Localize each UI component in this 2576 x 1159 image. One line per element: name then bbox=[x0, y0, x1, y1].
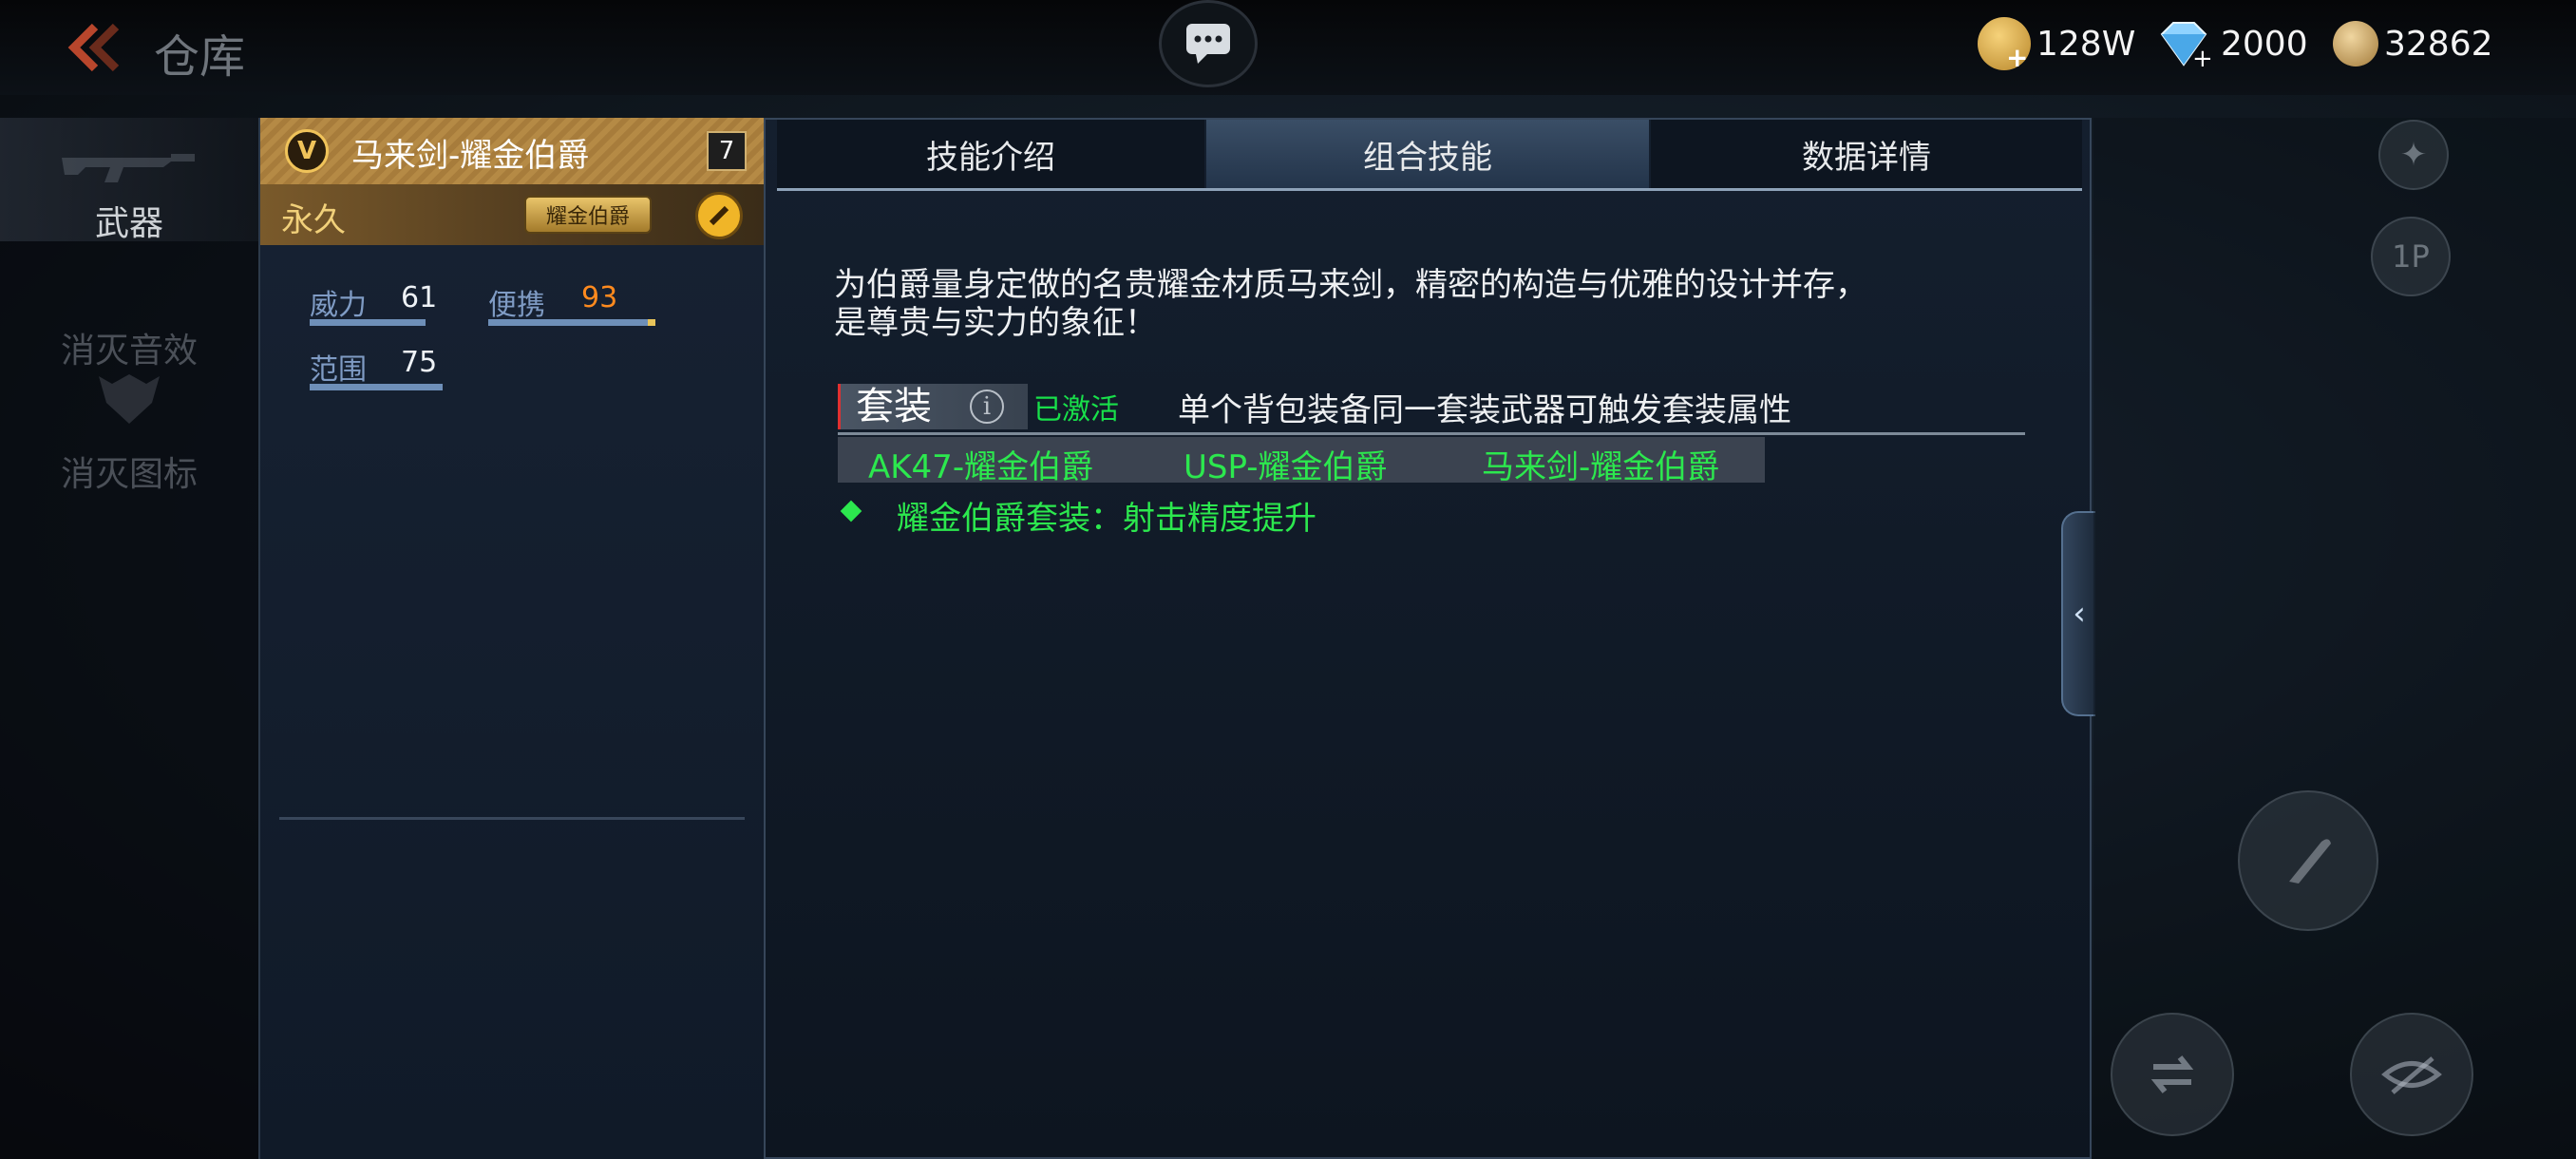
tab-bar: 技能介绍 组合技能 数据详情 bbox=[777, 120, 2082, 188]
detail-panel: 技能介绍 组合技能 数据详情 为伯爵量身定做的名贵耀金材质马来剑，精密的构造与优… bbox=[764, 118, 2092, 1159]
set-item: 马来剑-耀金伯爵 bbox=[1482, 448, 1720, 486]
diamond-icon: + bbox=[2160, 22, 2213, 70]
set-status: 已激活 bbox=[1033, 393, 1119, 427]
stat-range: 范围 75 bbox=[310, 346, 437, 388]
double-chevron-left-icon bbox=[67, 23, 120, 72]
duration-label: 永久 bbox=[281, 201, 346, 239]
page-title: 仓库 bbox=[154, 30, 246, 84]
card-header: V 马来剑-耀金伯爵 7 bbox=[260, 118, 764, 184]
stat-portability-bonus bbox=[648, 319, 655, 326]
sidebar-item-label: 消灭图标 bbox=[60, 455, 198, 494]
gold-currency[interactable]: + 128W bbox=[1978, 17, 2136, 73]
sidebar-item-weapon[interactable]: 武器 bbox=[0, 118, 258, 243]
divider bbox=[279, 817, 745, 820]
set-header: 套装 i bbox=[838, 384, 1028, 429]
sidebar: 武器 消灭音效 消灭图标 bbox=[0, 118, 258, 1159]
sidebar-item-kill-icon[interactable]: 消灭图标 bbox=[0, 365, 258, 494]
stat-range-bar bbox=[310, 384, 443, 390]
stat-portability-bar bbox=[488, 319, 648, 326]
chevron-left-icon: ‹ bbox=[2073, 595, 2086, 633]
weapon-card: V 马来剑-耀金伯爵 7 永久 耀金伯爵 威力 61 便携 93 范围 75 bbox=[258, 118, 764, 1159]
tab-combo-skill[interactable]: 组合技能 bbox=[1206, 120, 1649, 188]
view-1p-button[interactable]: 1P bbox=[2371, 217, 2451, 296]
gold-coin-icon: + bbox=[1978, 17, 2031, 73]
svg-text:+: + bbox=[2192, 45, 2213, 70]
stat-label: 范围 bbox=[310, 353, 367, 387]
set-effect: 耀金伯爵套装：射击精度提升 bbox=[897, 500, 1316, 538]
swap-button[interactable] bbox=[2111, 1013, 2234, 1136]
honor-amount: 32862 bbox=[2384, 24, 2493, 64]
stat-value: 93 bbox=[581, 281, 618, 314]
settings-cog-button[interactable]: ✦ bbox=[2378, 120, 2449, 190]
tab-underline bbox=[777, 188, 2082, 191]
bullet-button[interactable] bbox=[2238, 790, 2378, 931]
honor-coin-icon bbox=[2333, 21, 2378, 66]
eye-slash-icon bbox=[2381, 1056, 2442, 1094]
info-icon[interactable]: i bbox=[970, 390, 1004, 424]
set-label: 套装 bbox=[856, 385, 932, 428]
stat-value: 75 bbox=[401, 346, 438, 379]
weapon-name: 马来剑-耀金伯爵 bbox=[351, 137, 590, 175]
swap-arrows-icon bbox=[2150, 1055, 2194, 1093]
diamond-amount: 2000 bbox=[2221, 24, 2308, 64]
gold-amount: 128W bbox=[2036, 24, 2136, 64]
weapon-level: 7 bbox=[707, 131, 747, 171]
rank-medal-icon bbox=[695, 192, 743, 239]
divider bbox=[838, 432, 2025, 435]
diamond-currency[interactable]: + 2000 bbox=[2152, 17, 2308, 70]
back-button[interactable] bbox=[57, 21, 123, 74]
sidebar-item-label: 武器 bbox=[94, 204, 163, 243]
weapon-description: 为伯爵量身定做的名贵耀金材质马来剑，精密的构造与优雅的设计并存， 是尊贵与实力的… bbox=[834, 266, 1867, 342]
set-hint: 单个背包装备同一套装武器可触发套装属性 bbox=[1178, 391, 1791, 429]
tab-skill-intro[interactable]: 技能介绍 bbox=[777, 120, 1204, 188]
stat-power: 威力 61 bbox=[310, 281, 437, 323]
bullet-icon bbox=[2289, 839, 2331, 884]
stat-label: 威力 bbox=[310, 289, 367, 322]
cog-icon: ✦ bbox=[2399, 136, 2428, 174]
stat-label: 便携 bbox=[488, 289, 545, 322]
vip-v-icon: V bbox=[285, 129, 329, 173]
bullet-diamond-icon bbox=[840, 500, 862, 522]
chat-button[interactable] bbox=[1159, 0, 1258, 87]
set-item: AK47-耀金伯爵 bbox=[868, 448, 1094, 486]
collapse-panel-button[interactable]: ‹ bbox=[2061, 511, 2095, 716]
stat-portability: 便携 93 bbox=[488, 281, 617, 323]
rifle-icon bbox=[62, 154, 195, 182]
series-tag-badge: 耀金伯爵 bbox=[524, 196, 652, 234]
set-item: USP-耀金伯爵 bbox=[1184, 448, 1388, 486]
set-item-list: AK47-耀金伯爵 USP-耀金伯爵 马来剑-耀金伯爵 bbox=[838, 437, 1765, 486]
stat-value: 61 bbox=[401, 281, 438, 314]
honor-currency[interactable]: 32862 bbox=[2333, 17, 2493, 70]
sidebar-item-kill-sound[interactable]: 消灭音效 bbox=[0, 241, 258, 370]
weapon-preview-area bbox=[2093, 118, 2576, 1159]
chat-bubble-icon bbox=[1186, 24, 1230, 64]
tab-data-details[interactable]: 数据详情 bbox=[1651, 120, 2082, 188]
wings-emblem-icon bbox=[99, 374, 160, 424]
hide-button[interactable] bbox=[2350, 1013, 2473, 1136]
first-person-icon: 1P bbox=[2392, 238, 2430, 275]
stat-power-bar bbox=[310, 319, 426, 326]
card-subheader: 永久 耀金伯爵 bbox=[260, 184, 764, 245]
